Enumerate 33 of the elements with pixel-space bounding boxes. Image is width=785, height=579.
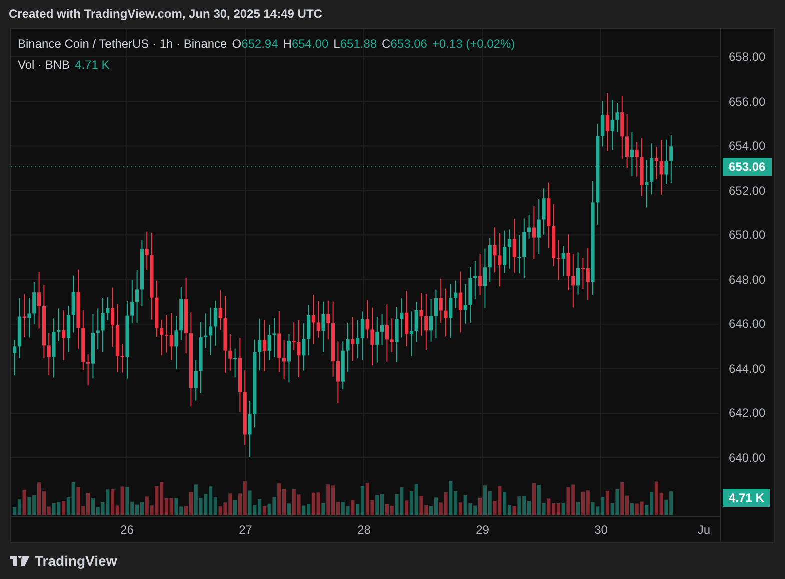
price-axis-label: 654.00: [729, 138, 766, 156]
price-axis-label: 642.00: [729, 405, 766, 422]
price-axis-label: 646.00: [729, 316, 766, 334]
time-axis-label: 30: [594, 522, 608, 538]
volume-label: Vol · BNB: [18, 57, 70, 74]
time-axis-label: 29: [476, 522, 490, 538]
time-axis-label: 27: [239, 522, 252, 538]
price-axis-label: 650.00: [729, 227, 766, 244]
price-axis-label: 658.00: [729, 48, 766, 66]
last-price-tag: 653.06: [723, 158, 772, 176]
logo-icon: [10, 556, 30, 566]
ohlc-key: L: [334, 35, 340, 53]
ohlc-key: O: [232, 35, 242, 53]
ohlc-value: 653.06: [390, 36, 428, 53]
price-change: +0.13 (+0.02%): [432, 36, 516, 53]
logo-text: TradingView: [35, 552, 118, 571]
symbol-title: Binance Coin / TetherUS · 1h · Binance: [18, 36, 228, 53]
last-volume-tag: 4.71 K: [723, 489, 770, 507]
ohlc-value: 651.88: [340, 36, 378, 53]
price-axis-label: 648.00: [729, 272, 766, 289]
volume-value: 4.71 K: [75, 57, 110, 74]
ohlc-value: 654.00: [292, 36, 329, 53]
ohlc-key: H: [283, 35, 292, 53]
price-axis-label: 640.00: [729, 450, 766, 467]
time-axis-label: 28: [358, 522, 371, 538]
time-axis-label: 26: [120, 522, 134, 538]
price-axis-label: 652.00: [729, 182, 766, 200]
chart-caption: Created with TradingView.com, Jun 30, 2025 14:49 UTC: [9, 6, 322, 23]
ohlc-key: C: [382, 35, 391, 53]
time-axis-label: Ju: [698, 522, 710, 538]
price-axis-label: 656.00: [729, 94, 766, 110]
price-axis-label: 644.00: [729, 360, 766, 378]
ohlc-value: 652.94: [242, 36, 278, 53]
